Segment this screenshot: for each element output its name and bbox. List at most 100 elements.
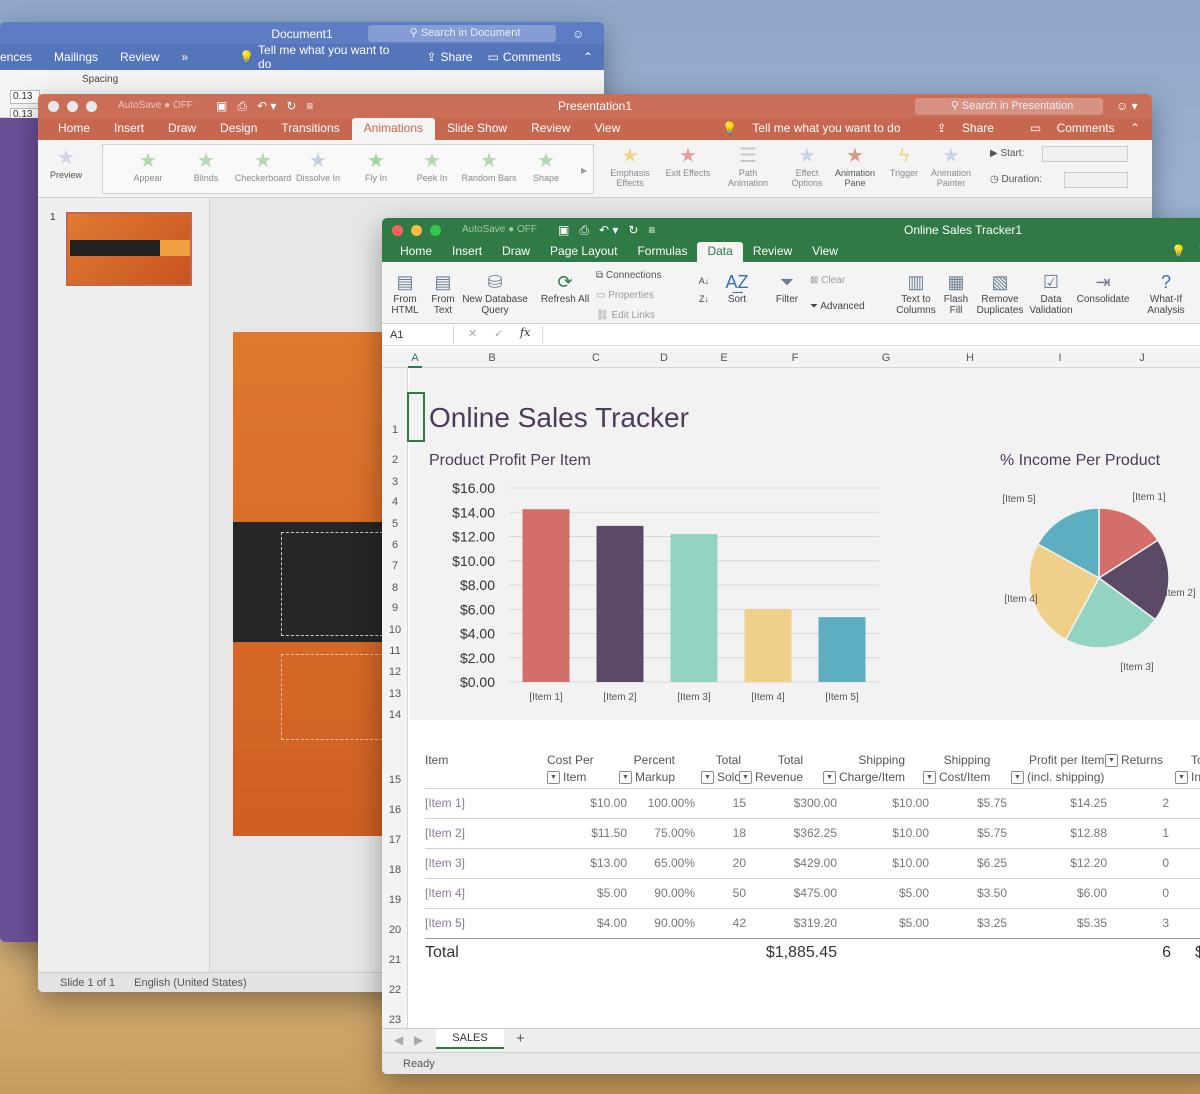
word-share-button[interactable]: Share	[437, 50, 484, 64]
table-cell[interactable]: $5.00	[597, 886, 627, 900]
tab-review[interactable]: Review	[743, 242, 802, 262]
table-header[interactable]: Cost Per ▼ Item	[547, 752, 594, 786]
collapse-ribbon-icon[interactable]: ⌃	[572, 50, 604, 64]
total-revenue[interactable]: $1,885.45	[766, 944, 837, 962]
row-header[interactable]: 21	[382, 954, 408, 966]
ppt-comments-button[interactable]: ▭ Comments ⌃	[1018, 118, 1152, 140]
animation-painter-button[interactable]: ★ Animation Painter	[926, 144, 976, 188]
tab-slide-show[interactable]: Slide Show	[435, 118, 519, 140]
selected-cell-a1[interactable]	[407, 392, 425, 442]
row-header[interactable]: 6	[382, 539, 408, 551]
row-header[interactable]: 10	[382, 624, 408, 636]
filter-dropdown-icon[interactable]: ▼	[1105, 754, 1118, 768]
row-header[interactable]: 1	[382, 424, 408, 436]
table-cell[interactable]: 90.00%	[654, 916, 695, 930]
edit-links-button[interactable]: ⛓ Edit Links	[596, 306, 676, 326]
row-header[interactable]: 9	[382, 602, 408, 614]
add-sheet-icon[interactable]: +	[516, 1030, 525, 1047]
table-cell[interactable]: $10.00	[590, 796, 627, 810]
minimize-button[interactable]	[411, 225, 422, 236]
column-header[interactable]: F	[775, 348, 815, 368]
total-returns[interactable]: 6	[1162, 944, 1171, 962]
table-header[interactable]: Item	[425, 752, 448, 769]
name-box[interactable]: A1	[384, 326, 454, 344]
tab-data[interactable]: Data	[697, 242, 743, 262]
tab-page-layout[interactable]: Page Layout	[540, 242, 627, 262]
word-tell-me[interactable]: Tell me what you want to do	[254, 43, 410, 71]
table-cell[interactable]: $13.00	[590, 856, 627, 870]
anim-peek-in[interactable]: ★ Peek In	[407, 149, 457, 183]
exit-effects-button[interactable]: ★ Exit Effects	[664, 144, 712, 178]
tab-formulas[interactable]: Formulas	[627, 242, 697, 262]
new-database-query-button[interactable]: ⛁ New Database Query	[462, 270, 528, 316]
filter-dropdown-icon[interactable]: ▼	[701, 771, 714, 785]
path-animation-button[interactable]: ☰ Path Animation	[724, 144, 772, 188]
tab-transitions[interactable]: Transitions	[269, 118, 351, 140]
tab-animations[interactable]: Animations	[351, 118, 436, 140]
sort-button[interactable]: A͢Z Sort	[720, 270, 754, 305]
table-cell[interactable]: $10.00	[892, 856, 929, 870]
table-cell[interactable]: 50	[733, 886, 746, 900]
table-cell[interactable]: 0	[1162, 886, 1169, 900]
column-header[interactable]: A	[408, 348, 422, 368]
table-header[interactable]: ▼ Returns	[1105, 752, 1163, 769]
table-cell[interactable]: $10.00	[892, 796, 929, 810]
next-sheet-icon[interactable]: ▶	[414, 1033, 423, 1047]
table-cell[interactable]: $10.00	[892, 826, 929, 840]
table-cell[interactable]: 1	[1162, 826, 1169, 840]
column-header[interactable]: G	[866, 348, 906, 368]
animation-pane-button[interactable]: ★ Animation Pane	[832, 144, 878, 188]
filter-dropdown-icon[interactable]: ▼	[547, 771, 560, 785]
column-header[interactable]: C	[576, 348, 616, 368]
excel-autosave[interactable]: AutoSave ● OFF	[462, 218, 537, 242]
table-cell[interactable]: [Item 2]	[425, 826, 465, 840]
ppt-autosave[interactable]: AutoSave ● OFF	[118, 94, 193, 118]
row-header[interactable]: 23	[382, 1014, 408, 1026]
filter-button[interactable]: ⏷ Filter	[770, 270, 804, 305]
anim-dissolve[interactable]: ★ Dissolve In	[293, 149, 343, 183]
anim-checkerboard[interactable]: ★ Checkerboard	[233, 149, 293, 183]
ppt-share-button[interactable]: ⇪ Share	[925, 118, 1018, 140]
row-header[interactable]: 14	[382, 709, 408, 721]
anim-shape[interactable]: ★ Shape	[521, 149, 571, 183]
anim-random-bars[interactable]: ★ Random Bars	[459, 149, 519, 183]
smiley-icon[interactable]: ☺	[572, 22, 584, 46]
table-cell[interactable]: $12.88	[1070, 826, 1107, 840]
from-html-button[interactable]: ▤ From HTML	[388, 270, 422, 316]
close-button[interactable]	[392, 225, 403, 236]
table-cell[interactable]: $5.00	[899, 886, 929, 900]
sheet-tab-sales[interactable]: SALES	[436, 1029, 504, 1049]
minimize-button[interactable]	[67, 101, 78, 112]
column-header[interactable]: H	[950, 348, 990, 368]
row-header[interactable]: 20	[382, 924, 408, 936]
bar[interactable]	[596, 525, 644, 682]
table-cell[interactable]: 18	[733, 826, 746, 840]
total-label[interactable]: Total	[425, 944, 459, 962]
table-cell[interactable]: $4.00	[597, 916, 627, 930]
word-search-input[interactable]: ⚲ Search in Document	[368, 25, 556, 42]
table-header[interactable]: Profit per Item ▼ (incl. shipping)	[1011, 752, 1104, 786]
emphasis-effects-button[interactable]: ★ Emphasis Effects	[606, 144, 654, 188]
row-header[interactable]: 18	[382, 864, 408, 876]
column-header[interactable]: E	[704, 348, 744, 368]
tab-insert[interactable]: Insert	[102, 118, 156, 140]
row-header[interactable]: 11	[382, 645, 408, 657]
tab-insert[interactable]: Insert	[442, 242, 492, 262]
bar[interactable]	[818, 617, 866, 682]
tab-view[interactable]: View	[582, 118, 632, 140]
table-cell[interactable]: $5.75	[977, 826, 1007, 840]
row-header[interactable]: 12	[382, 666, 408, 678]
table-header[interactable]: Shipping ▼ Charge/Item	[823, 752, 905, 786]
table-cell[interactable]: 15	[733, 796, 746, 810]
table-cell[interactable]: $11.50	[591, 826, 627, 840]
text-to-columns-button[interactable]: ▥ Text to Columns	[894, 270, 938, 316]
tab-view[interactable]: View	[802, 242, 848, 262]
table-cell[interactable]: 65.00%	[654, 856, 695, 870]
table-cell[interactable]: 42	[733, 916, 746, 930]
table-cell[interactable]: $300.00	[794, 796, 837, 810]
prev-sheet-icon[interactable]: ◀	[394, 1033, 403, 1047]
table-header[interactable]: Total ▼ Sold	[701, 752, 741, 786]
row-header[interactable]: 2	[382, 454, 408, 466]
formula-input[interactable]	[542, 326, 1200, 344]
table-header[interactable]: Shipping ▼ Cost/Item	[923, 752, 990, 786]
